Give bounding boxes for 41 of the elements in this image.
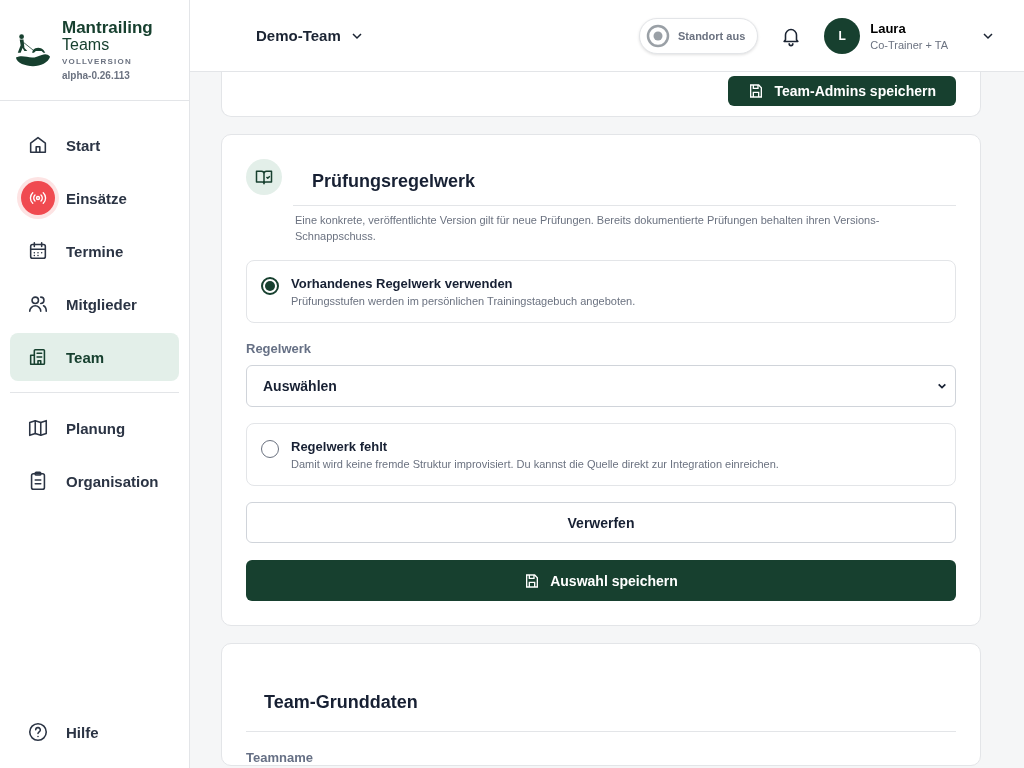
- edition-label: VOLLVERSION: [62, 57, 133, 66]
- logo-icon: [14, 31, 52, 69]
- sidebar-item[interactable]: Mitglieder: [10, 280, 179, 328]
- sidebar-item[interactable]: Termine: [10, 227, 179, 275]
- user-avatar: L: [824, 17, 861, 54]
- user-role: Co-Trainer + TA: [870, 38, 948, 51]
- chevron-down-icon: [937, 381, 947, 391]
- field-label: Regelwerk: [246, 341, 313, 356]
- help-icon: [26, 720, 50, 744]
- save-icon: [748, 83, 765, 99]
- radio-button[interactable]: [261, 277, 279, 295]
- user-name: Laura: [870, 20, 907, 36]
- section-title: Prüfungsregelwerk: [312, 170, 476, 192]
- option-description: Prüfungsstufen werden im persönlichen Trainingstagebuch angeboten.: [291, 295, 636, 307]
- discard-button[interactable]: Verwerfen: [246, 502, 956, 543]
- radio-option[interactable]: Regelwerk fehlt Damit wird keine fremde Struktur improvisiert. Du kannst die Quelle direkt zur Integration einreichen.: [246, 423, 956, 486]
- user-menu[interactable]: L Laura Co-Trainer + TA: [824, 17, 994, 54]
- sidebar-item[interactable]: Einsätze: [10, 174, 179, 222]
- save-admins-button[interactable]: Team-Admins speichern: [728, 76, 956, 106]
- team-selector[interactable]: Demo-Team: [256, 27, 363, 44]
- radio-option[interactable]: Vorhandenes Regelwerk verwenden Prüfungsstufen werden im persönlichen Trainingstagebuch angeboten.: [246, 260, 956, 323]
- sidebar-item[interactable]: Organisation: [10, 457, 179, 505]
- app-name: Mantrailing: [62, 19, 153, 36]
- field-label: Teamname: [246, 750, 314, 765]
- book-check-icon: [246, 159, 282, 195]
- save-icon: [524, 572, 541, 589]
- section-description: Eine konkrete, veröffentlichte Version gilt für neue Prüfungen. Bereits dokumentierte Prüfungen behalten ihren Versions-Schnappschuss.: [295, 213, 881, 244]
- option-title: Regelwerk fehlt: [291, 439, 389, 454]
- app-name-subtitle: Teams: [62, 36, 111, 53]
- rules-select[interactable]: Auswählen: [246, 365, 956, 407]
- section-title: Team-Grunddaten: [264, 692, 419, 713]
- option-title: Vorhandenes Regelwerk verwenden: [291, 276, 514, 291]
- location-off-icon: [646, 23, 670, 48]
- sidebar-item[interactable]: Start: [10, 121, 179, 169]
- version-label: alpha-0.26.113: [62, 70, 131, 81]
- save-selection-button[interactable]: Auswahl speichern: [246, 560, 956, 601]
- sidebar-item[interactable]: Planung: [10, 404, 179, 452]
- help-link[interactable]: Hilfe: [10, 708, 179, 756]
- location-toggle[interactable]: Standort aus: [639, 17, 759, 54]
- sidebar-item[interactable]: Team: [10, 333, 179, 381]
- option-description: Damit wird keine fremde Struktur improvisiert. Du kannst die Quelle direkt zur Integration einreichen.: [291, 458, 779, 470]
